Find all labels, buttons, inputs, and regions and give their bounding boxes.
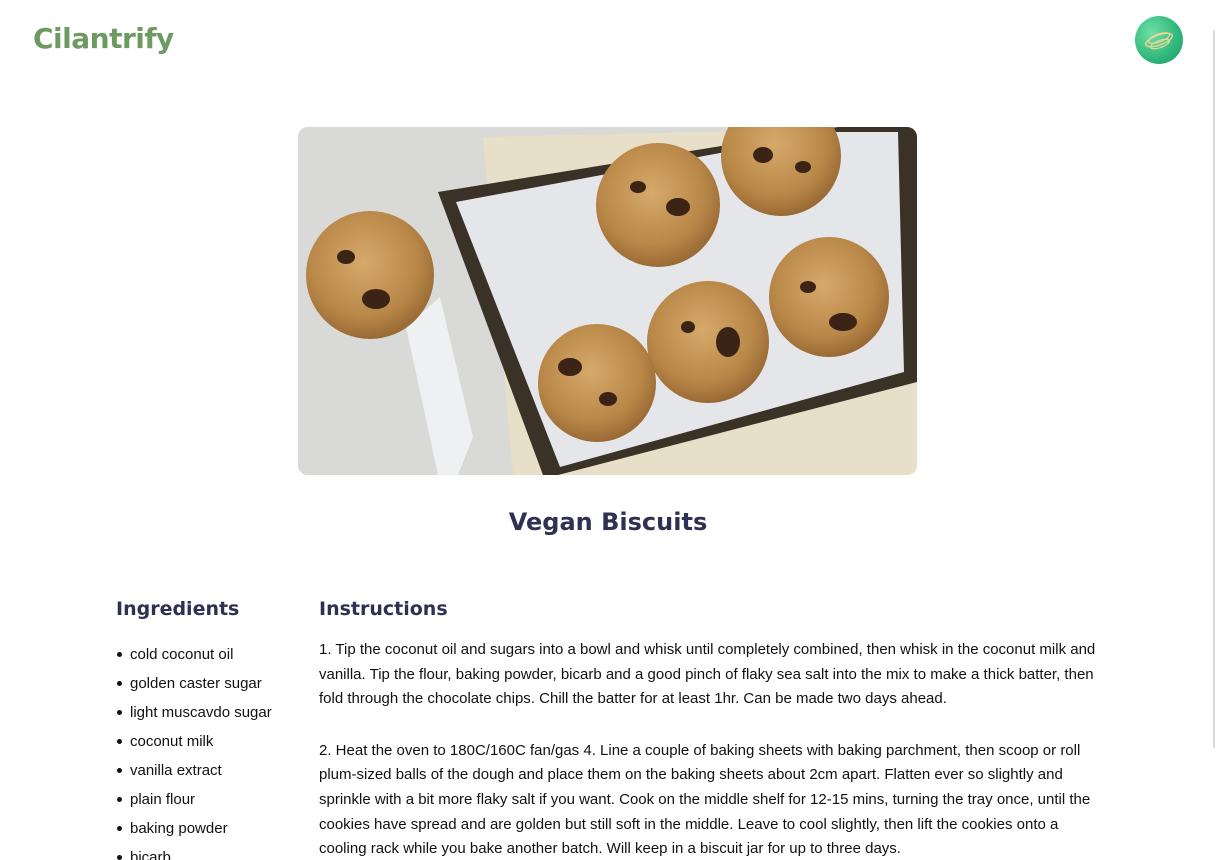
recipe-image bbox=[298, 127, 917, 475]
instructions-heading: Instructions bbox=[319, 598, 448, 620]
ingredient-item: cold coconut oil bbox=[116, 640, 272, 669]
instructions-list: 1. Tip the coconut oil and sugars into a… bbox=[319, 638, 1109, 860]
ingredients-heading: Ingredients bbox=[116, 598, 240, 620]
recipe-title: Vegan Biscuits bbox=[508, 508, 708, 536]
ingredient-item: vanilla extract bbox=[116, 756, 272, 785]
ingredient-item: golden caster sugar bbox=[116, 669, 272, 698]
page-scrollbar[interactable] bbox=[1213, 30, 1215, 748]
ingredients-list: cold coconut oil golden caster sugar lig… bbox=[116, 640, 272, 860]
instruction-step: 1. Tip the coconut oil and sugars into a… bbox=[319, 641, 1096, 708]
ingredient-item: baking powder bbox=[116, 814, 272, 843]
app-logo[interactable]: Cilantrify bbox=[33, 22, 174, 55]
ingredient-item: light muscavdo sugar bbox=[116, 698, 272, 727]
instruction-step: 2. Heat the oven to 180C/160C fan/gas 4.… bbox=[319, 741, 1091, 858]
user-avatar[interactable] bbox=[1135, 16, 1183, 64]
ingredient-item: bicarb bbox=[116, 843, 272, 860]
ingredient-item: plain flour bbox=[116, 785, 272, 814]
ingredient-item: coconut milk bbox=[116, 727, 272, 756]
globe-avatar-icon bbox=[1145, 32, 1173, 50]
